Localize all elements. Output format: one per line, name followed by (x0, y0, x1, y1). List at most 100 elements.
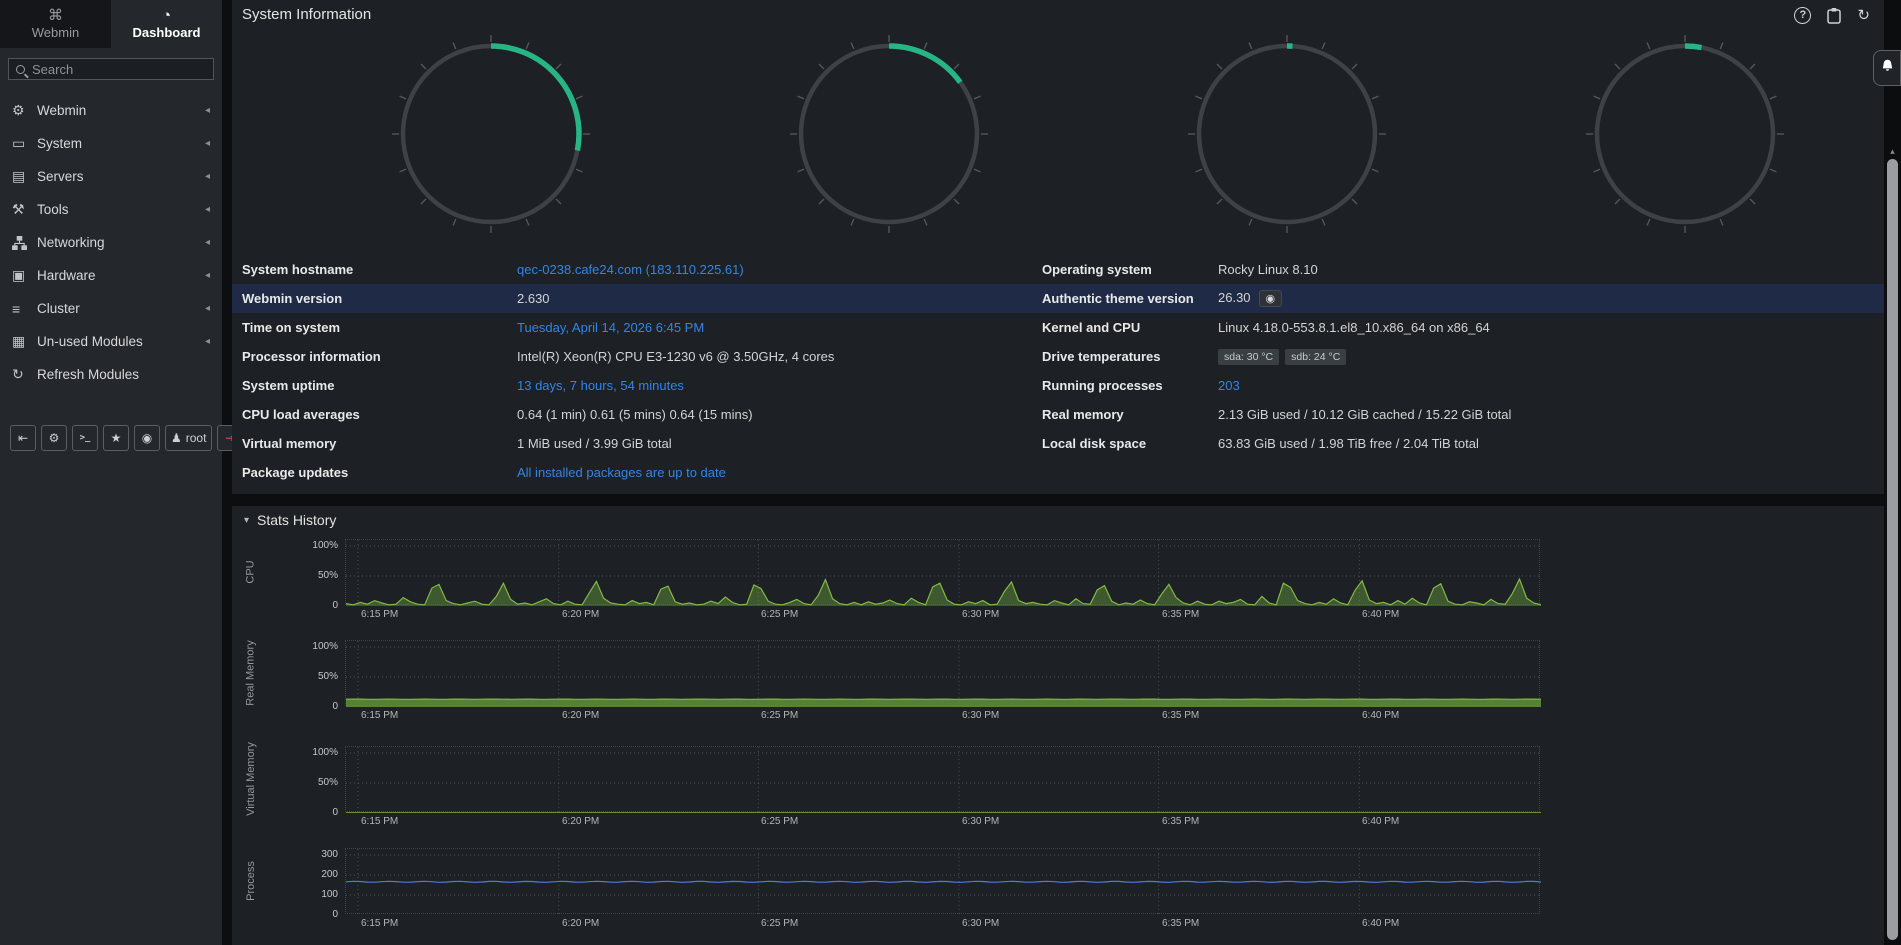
chart-x-axis: 6:15 PM6:20 PM6:25 PM6:30 PM6:35 PM6:40 … (345, 710, 1540, 724)
gauge-cpu (292, 34, 690, 244)
chevron-left-icon: ◂ (205, 105, 210, 116)
chart-y-axis-label: Virtual Memory (232, 746, 270, 812)
theme-palette-badge-button[interactable]: ◉ (1259, 290, 1283, 307)
info-value[interactable]: Tuesday, April 14, 2026 6:45 PM (517, 320, 1042, 335)
palette-icon: ◉ (142, 431, 152, 445)
info-label: Real memory (1042, 407, 1218, 422)
sidebar-item-networking[interactable]: Networking◂ (0, 226, 222, 259)
tab-dashboard[interactable]: ◔ Dashboard (111, 0, 222, 48)
scrollbar-up-arrow-icon[interactable]: ▴ (1884, 146, 1901, 157)
sidebar-footer: ⇤⚙>_★◉♟root⇥ (10, 425, 243, 451)
clipboard-icon[interactable] (1827, 7, 1841, 24)
info-value[interactable]: 203 (1218, 378, 1884, 393)
theme-config-button[interactable]: ⚙ (41, 425, 67, 451)
sidebar-item-un-used-modules[interactable]: ▦Un-used Modules◂ (0, 325, 222, 358)
info-value: Linux 4.18.0-553.8.1.el8_10.x86_64 on x8… (1218, 320, 1884, 335)
y-tick-label: 100% (272, 747, 338, 758)
favorites-button[interactable]: ★ (103, 425, 129, 451)
info-value[interactable]: All installed packages are up to date (517, 465, 1042, 480)
info-value: 2.630 (517, 291, 1042, 306)
page-title: System Information (242, 6, 371, 23)
search-input[interactable] (32, 62, 206, 77)
info-value: 2.13 GiB used / 10.12 GiB cached / 15.22… (1218, 407, 1884, 422)
x-tick-label: 6:30 PM (962, 609, 999, 620)
sidebar-item-cluster[interactable]: ≡Cluster◂ (0, 292, 222, 325)
collapse-sidebar-button[interactable]: ⇤ (10, 425, 36, 451)
sidebar-item-label: Tools (37, 202, 69, 217)
info-link[interactable]: 203 (1218, 378, 1240, 393)
stats-history-header[interactable]: ▾ Stats History (244, 512, 336, 528)
info-value[interactable]: 13 days, 7 hours, 54 minutes (517, 378, 1042, 393)
x-tick-label: 6:15 PM (361, 816, 398, 827)
chevron-left-icon: ◂ (205, 270, 210, 281)
bell-icon (1880, 58, 1895, 79)
user-button[interactable]: ♟root (165, 425, 212, 451)
gear-icon: ⚙ (12, 102, 37, 119)
chart-cpu: CPU100%50%0 6:15 PM6:20 PM6:25 PM6:30 PM… (232, 539, 1884, 639)
x-tick-label: 6:20 PM (562, 710, 599, 721)
x-tick-label: 6:20 PM (562, 816, 599, 827)
scrollbar-thumb[interactable] (1887, 159, 1898, 940)
x-tick-label: 6:35 PM (1162, 609, 1199, 620)
info-label: Local disk space (1042, 436, 1218, 451)
info-value: 0.64 (1 min) 0.61 (5 mins) 0.64 (15 mins… (517, 407, 1042, 422)
chevron-left-icon: ◂ (205, 237, 210, 248)
info-link[interactable]: 13 days, 7 hours, 54 minutes (517, 378, 684, 393)
chart-plot-area (345, 539, 1540, 605)
sidebar-item-system[interactable]: ▭System◂ (0, 127, 222, 160)
webmin-logo-icon: ⌘ (48, 8, 63, 23)
refresh-icon[interactable]: ↻ (1857, 6, 1870, 24)
sidebar-item-refresh-modules[interactable]: ↻Refresh Modules (0, 358, 222, 391)
table-row: System uptime13 days, 7 hours, 54 minute… (232, 371, 1884, 400)
info-value[interactable]: qec-0238.cafe24.com (183.110.225.61) (517, 262, 1042, 277)
chart-real-memory: Real Memory100%50%0 6:15 PM6:20 PM6:25 P… (232, 640, 1884, 740)
y-tick-label: 300 (272, 849, 338, 860)
help-icon[interactable]: ? (1794, 7, 1811, 24)
tab-webmin-label: Webmin (32, 25, 79, 40)
palette-button[interactable]: ◉ (134, 425, 160, 451)
user-icon: ♟ (171, 431, 182, 445)
sidebar-item-tools[interactable]: ⚒Tools◂ (0, 193, 222, 226)
tab-webmin[interactable]: ⌘ Webmin (0, 0, 111, 48)
notifications-bell-button[interactable] (1873, 50, 1901, 86)
x-tick-label: 6:15 PM (361, 918, 398, 929)
table-row: Processor informationIntel(R) Xeon(R) CP… (232, 342, 1884, 371)
info-link[interactable]: All installed packages are up to date (517, 465, 726, 480)
x-tick-label: 6:15 PM (361, 710, 398, 721)
sidebar-item-servers[interactable]: ▤Servers◂ (0, 160, 222, 193)
chevron-left-icon: ◂ (205, 138, 210, 149)
servers-icon: ▤ (12, 168, 37, 185)
tools-icon: ⚒ (12, 201, 37, 218)
stats-history-title: Stats History (257, 512, 336, 528)
terminal-icon: >_ (80, 433, 91, 443)
sidebar-item-label: Un-used Modules (37, 334, 143, 349)
sidebar-item-label: Hardware (37, 268, 96, 283)
info-link[interactable]: Tuesday, April 14, 2026 6:45 PM (517, 320, 704, 335)
chart-process: Process3002001000 6:15 PM6:20 PM6:25 PM6… (232, 848, 1884, 945)
page-scrollbar: ▴ (1884, 0, 1901, 945)
info-value: Intel(R) Xeon(R) CPU E3-1230 v6 @ 3.50GH… (517, 349, 1042, 364)
chart-x-axis: 6:15 PM6:20 PM6:25 PM6:30 PM6:35 PM6:40 … (345, 918, 1540, 932)
x-tick-label: 6:40 PM (1362, 609, 1399, 620)
dashboard-icon: ◔ (162, 8, 171, 23)
info-label: Package updates (242, 465, 517, 480)
networking-icon (12, 236, 37, 250)
info-value: 63.83 GiB used / 1.98 TiB free / 2.04 Ti… (1218, 436, 1884, 451)
x-tick-label: 6:30 PM (962, 918, 999, 929)
sidebar-item-label: Cluster (37, 301, 80, 316)
x-tick-label: 6:25 PM (761, 816, 798, 827)
gauge-dial (1585, 34, 1785, 234)
sidebar-menu: ⚙Webmin◂▭System◂▤Servers◂⚒Tools◂Networki… (0, 94, 222, 391)
gauge-local-disk-space (1486, 34, 1884, 244)
x-tick-label: 6:30 PM (962, 816, 999, 827)
sidebar-item-hardware[interactable]: ▣Hardware◂ (0, 259, 222, 292)
system-info-table: System hostnameqec-0238.cafe24.com (183.… (232, 255, 1884, 487)
terminal-button[interactable]: >_ (72, 425, 98, 451)
sidebar-item-webmin[interactable]: ⚙Webmin ◂ (0, 94, 222, 127)
info-link[interactable]: qec-0238.cafe24.com (183.110.225.61) (517, 262, 744, 277)
chart-x-axis: 6:15 PM6:20 PM6:25 PM6:30 PM6:35 PM6:40 … (345, 816, 1540, 830)
y-tick-label: 50% (272, 570, 338, 581)
drive-temp-badge: sdb: 24 °C (1285, 349, 1346, 365)
sidebar-item-label: Webmin (37, 103, 86, 118)
sidebar-item-label: Refresh Modules (37, 367, 139, 382)
